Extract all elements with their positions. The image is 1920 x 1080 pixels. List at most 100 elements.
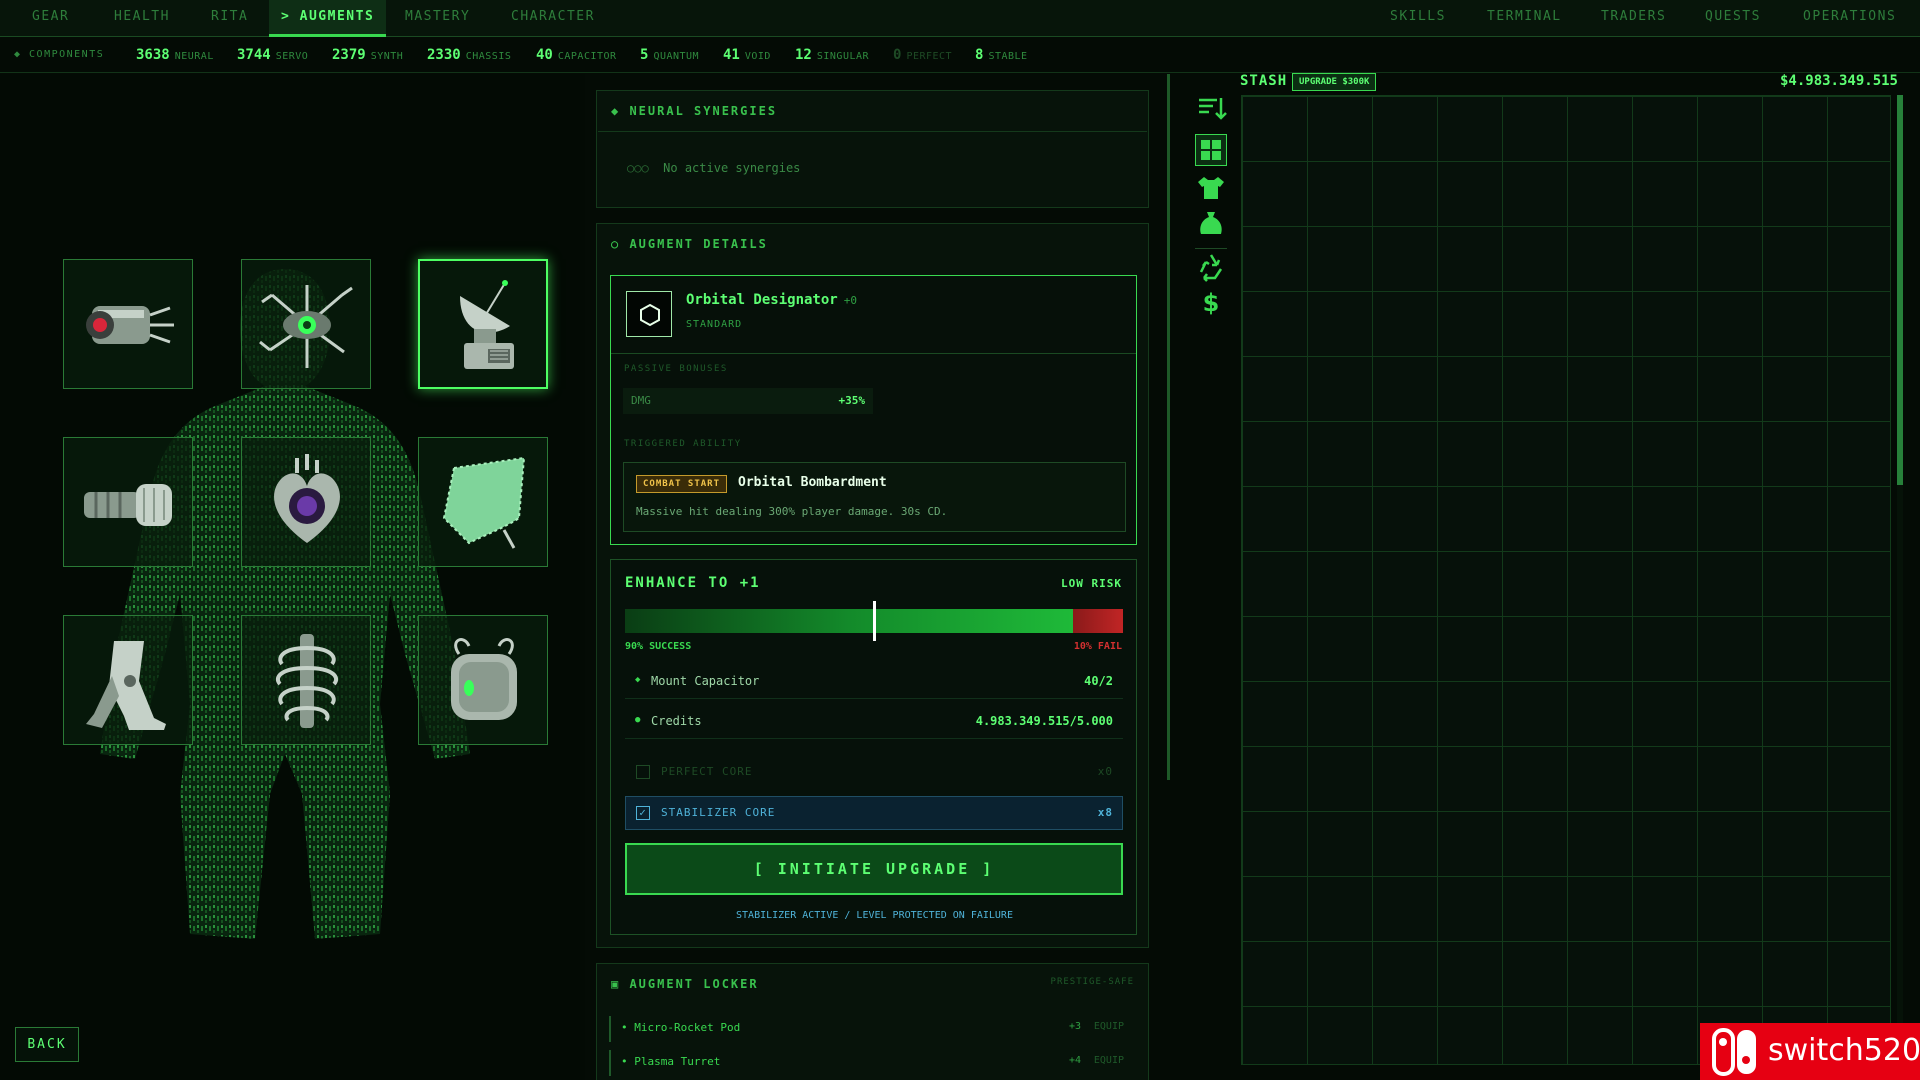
panel-title-text: AUGMENT LOCKER xyxy=(629,977,759,991)
augment-locker-panel: ▣ AUGMENT LOCKER PRESTIGE-SAFE • Micro-R… xyxy=(596,963,1149,1080)
stash-toolbar: $ xyxy=(1191,88,1231,338)
tab-traders[interactable]: TRADERS xyxy=(1601,0,1666,37)
component-value: 8 xyxy=(975,47,984,63)
component-stable: 8 STABLE xyxy=(975,47,1028,63)
reactor-pack-icon xyxy=(451,638,517,720)
component-value: 12 xyxy=(795,47,812,63)
augment-slot-9[interactable] xyxy=(418,615,548,745)
tab-operations[interactable]: OPERATIONS xyxy=(1803,0,1896,37)
armor-icon[interactable] xyxy=(1195,172,1227,204)
requirement-value: 40/2 xyxy=(1084,674,1113,688)
equip-button[interactable]: EQUIP xyxy=(1094,1021,1124,1032)
recycle-icon[interactable] xyxy=(1195,250,1227,282)
success-chance-bar xyxy=(625,601,1123,641)
ability-box: COMBAT START Orbital Bombardment Massive… xyxy=(623,462,1126,532)
stash-scroll-thumb[interactable] xyxy=(1897,95,1903,485)
component-synth: 2379 SYNTH xyxy=(332,47,403,63)
switch-logo-icon xyxy=(1712,1028,1756,1076)
equip-button[interactable]: EQUIP xyxy=(1094,1055,1124,1066)
tab-augments[interactable]: > AUGMENTS xyxy=(269,0,387,37)
tab-terminal[interactable]: TERMINAL xyxy=(1487,0,1562,37)
prestige-safe-tag: PRESTIGE-SAFE xyxy=(1050,977,1134,987)
stash-title: STASH xyxy=(1240,73,1288,89)
requirement-name: Mount Capacitor xyxy=(651,674,760,688)
tab-quests[interactable]: QUESTS xyxy=(1705,0,1761,37)
locker-item-name-text: Plasma Turret xyxy=(634,1055,721,1068)
perfect-core-checkbox[interactable] xyxy=(636,765,650,779)
stabilizer-note: STABILIZER ACTIVE / LEVEL PROTECTED ON F… xyxy=(736,910,1013,921)
synergies-empty-text: No active synergies xyxy=(663,161,801,175)
augment-slot-8[interactable] xyxy=(241,615,371,745)
tab-character[interactable]: CHARACTER xyxy=(511,0,595,37)
augment-slot-7[interactable] xyxy=(63,615,193,745)
loot-bag-icon[interactable] xyxy=(1195,208,1227,240)
passive-bonus-row: DMG +35% xyxy=(623,388,873,414)
requirement-value: 4.983.349.515/5.000 xyxy=(975,714,1113,728)
component-name: SINGULAR xyxy=(816,51,870,62)
stabilizer-core-toggle[interactable]: ✓ STABILIZER CORE x8 xyxy=(625,796,1123,830)
perfect-core-count: x0 xyxy=(1097,765,1113,778)
tab-health[interactable]: HEALTH xyxy=(114,0,170,37)
servo-fist-icon xyxy=(84,484,172,526)
augment-tier: STANDARD xyxy=(686,319,743,330)
risk-label: LOW RISK xyxy=(1061,577,1122,590)
augment-slot-2[interactable] xyxy=(241,259,371,389)
stash-upgrade-button[interactable]: UPGRADE $300K xyxy=(1292,73,1377,91)
tab-gear[interactable]: GEAR xyxy=(32,0,69,37)
stabilizer-core-checkbox[interactable]: ✓ xyxy=(636,806,650,820)
component-value: 5 xyxy=(640,47,649,63)
component-name: QUANTUM xyxy=(653,51,700,62)
tab-mastery[interactable]: MASTERY xyxy=(405,0,470,37)
component-name: SYNTH xyxy=(370,51,404,62)
roll-marker xyxy=(873,601,876,641)
divider xyxy=(611,353,1136,354)
svg-text:$: $ xyxy=(1203,289,1220,317)
locker-item-level: +3 xyxy=(1068,1021,1081,1032)
locker-item[interactable]: • Micro-Rocket Pod +3 EQUIP xyxy=(609,1016,1136,1042)
enhance-title: ENHANCE TO +1 xyxy=(625,575,761,591)
bonus-value: +35% xyxy=(838,394,866,407)
locker-item-name-text: Micro-Rocket Pod xyxy=(634,1021,741,1034)
dollar-icon[interactable]: $ xyxy=(1195,286,1227,318)
sort-icon[interactable] xyxy=(1195,92,1227,124)
leg-servo-icon xyxy=(86,641,166,730)
grid-icon[interactable] xyxy=(1195,134,1227,166)
neural-synergies-title: ◆ NEURAL SYNERGIES xyxy=(611,91,777,131)
stash-grid[interactable] xyxy=(1241,95,1891,1065)
stash-balance: $4.983.349.515 xyxy=(1779,73,1898,89)
component-chassis: 2330 CHASSIS xyxy=(427,47,511,63)
augment-slot-3-orbital-designator[interactable] xyxy=(418,259,548,389)
component-neural: 3638 NEURAL xyxy=(136,47,214,63)
tab-skills[interactable]: SKILLS xyxy=(1390,0,1446,37)
success-text: 90% SUCCESS xyxy=(625,641,692,652)
trigger-badge: COMBAT START xyxy=(636,475,728,493)
tab-rita[interactable]: RITA xyxy=(211,0,248,37)
stash-scrollbar[interactable] xyxy=(1897,95,1903,1065)
top-nav: GEAR HEALTH RITA > AUGMENTS MASTERY CHAR… xyxy=(0,0,1920,37)
perfect-core-toggle[interactable]: PERFECT CORE x0 xyxy=(625,755,1123,789)
augment-detail-box: Orbital Designator +0 STANDARD PASSIVE BO… xyxy=(610,275,1137,545)
component-value: 2379 xyxy=(332,47,366,63)
neural-synergies-panel: ◆ NEURAL SYNERGIES ○○○ No active synergi… xyxy=(596,90,1149,208)
augment-slots-panel: BACK xyxy=(0,74,585,1080)
locker-item[interactable]: • Plasma Turret +4 EQUIP xyxy=(609,1050,1136,1076)
fail-chance-segment xyxy=(1073,609,1123,633)
augment-slot-1[interactable] xyxy=(63,259,193,389)
augment-slot-4[interactable] xyxy=(63,437,193,567)
augment-slot-6[interactable] xyxy=(418,437,548,567)
component-value: 40 xyxy=(536,47,553,63)
divider xyxy=(1195,248,1227,249)
component-void: 41 VOID xyxy=(723,47,771,63)
enhance-panel: ENHANCE TO +1 LOW RISK 90% SUCCESS 10% F… xyxy=(610,559,1137,935)
watermark-text: switch520 xyxy=(1768,1033,1920,1068)
component-value: 2330 xyxy=(427,47,461,63)
perfect-core-label: PERFECT CORE xyxy=(661,765,753,778)
requirement-row: ● Credits 4.983.349.515/5.000 xyxy=(625,705,1123,739)
panel-divider xyxy=(1167,74,1170,780)
component-capacitor: 40 CAPACITOR xyxy=(536,47,617,63)
back-button[interactable]: BACK xyxy=(15,1027,79,1062)
augment-slot-5[interactable] xyxy=(241,437,371,567)
stabilizer-core-label: STABILIZER CORE xyxy=(661,806,776,819)
requirement-row: ◆ Mount Capacitor 40/2 xyxy=(625,665,1123,699)
initiate-upgrade-button[interactable]: [ INITIATE UPGRADE ] xyxy=(625,843,1123,895)
